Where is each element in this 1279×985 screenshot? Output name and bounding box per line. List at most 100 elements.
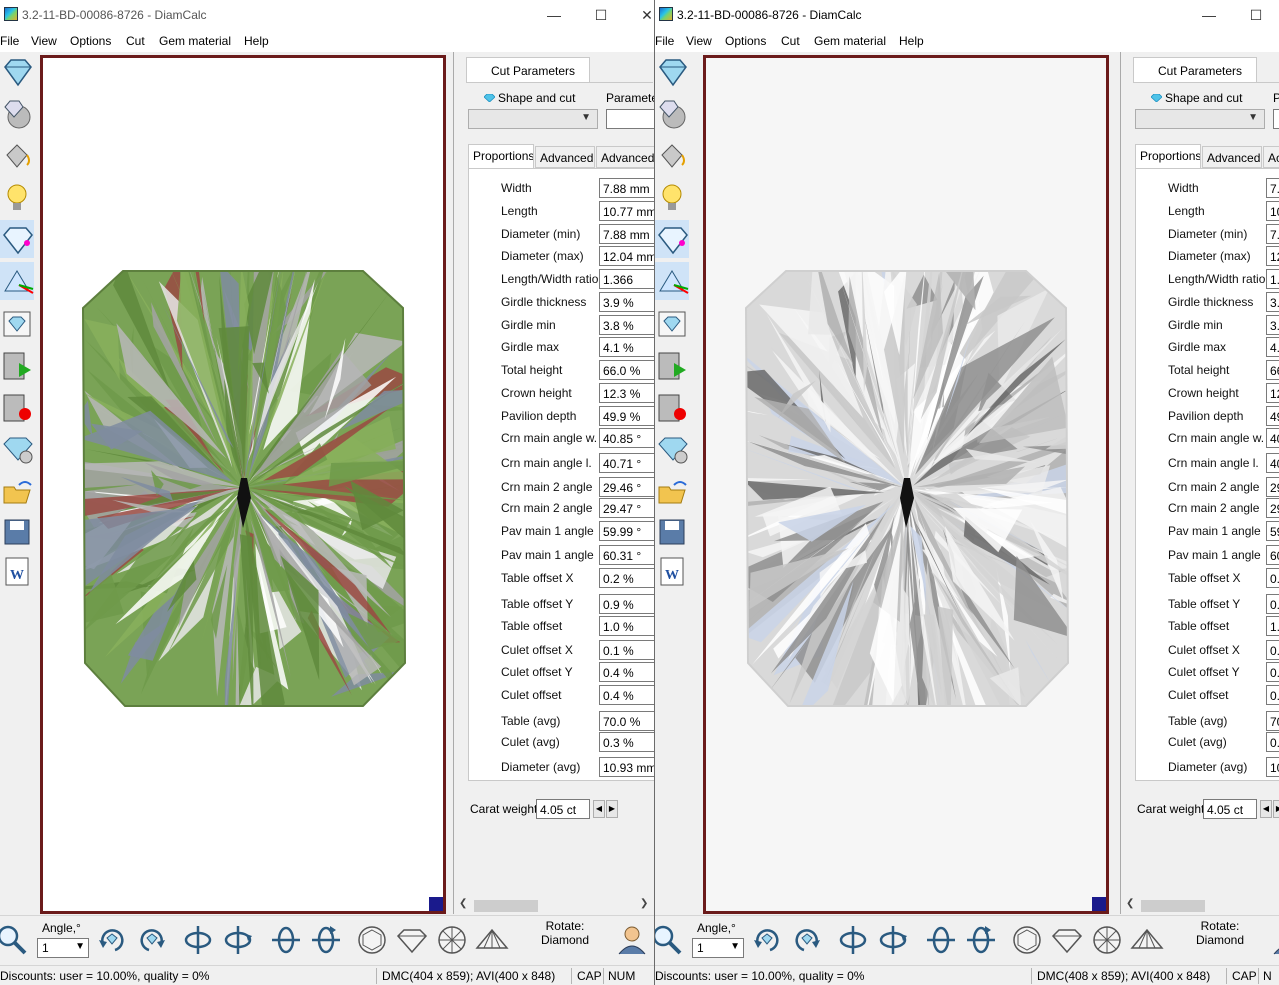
diamond-sparkle-tool-button[interactable] [655,220,689,258]
lightbulb-tool-button[interactable] [0,178,34,216]
panel-horizontal-scrollbar[interactable]: ❮ ❯ [454,897,653,914]
tab-advanced[interactable]: Advanced [1202,146,1262,168]
property-value-field[interactable]: 10 [1266,201,1279,221]
tab-advanced[interactable]: Advanced [535,146,595,168]
title-bar[interactable]: 3.2-11-BD-00086-8726 - DiamCalc — ☐ ✕ [0,0,654,30]
property-value-field[interactable]: 0.1 [1266,640,1279,660]
tab-cut-parameters[interactable]: Cut Parameters [1133,57,1257,83]
flip-vertical-2-button[interactable] [875,922,911,958]
pavilion-view-button[interactable] [1129,922,1165,958]
menu-cut[interactable]: Cut [781,34,800,48]
property-value-field[interactable]: 3.8 [1266,315,1279,335]
property-value-field[interactable]: 40.85 ° [599,428,654,448]
property-value-field[interactable]: 0.2 [1266,568,1279,588]
property-value-field[interactable]: 60 [1266,545,1279,565]
video-record-tool-button[interactable] [655,388,689,426]
property-value-field[interactable]: 1.366 [599,269,654,289]
video-play-tool-button[interactable] [655,346,689,384]
zoom-button[interactable] [0,922,30,958]
menu-file[interactable]: File [0,34,19,48]
carat-decrease-button[interactable]: ◀ [593,800,605,818]
gem-sphere-tool-button[interactable] [0,94,34,132]
scroll-right-icon[interactable]: ❯ [640,898,648,909]
property-value-field[interactable]: 60.31 ° [599,545,654,565]
shape-and-cut-select[interactable]: ▼ [468,109,598,129]
parameters-input[interactable] [606,109,654,129]
property-value-field[interactable]: 3.9 % [599,292,654,312]
menu-file[interactable]: File [655,34,674,48]
diamond-settings-tool-button[interactable] [0,430,34,468]
diamond-picture-tool-button[interactable] [0,304,34,342]
flip-vertical-button[interactable] [180,922,216,958]
property-value-field[interactable]: 59 [1266,521,1279,541]
property-value-field[interactable]: 29.46 ° [599,477,654,497]
property-value-field[interactable]: 66 [1266,360,1279,380]
video-play-tool-button[interactable] [0,346,34,384]
flip-horizontal-2-button[interactable] [308,922,344,958]
bottom-view-button[interactable] [434,922,470,958]
rotate-cw-button[interactable] [749,922,785,958]
open-folder-tool-button[interactable] [655,472,689,510]
diamond-viewport[interactable] [40,55,446,914]
carat-increase-button[interactable]: ▶ [606,800,618,818]
property-value-field[interactable]: 12 [1266,246,1279,266]
diamond-view-tool-button[interactable] [0,52,34,90]
property-value-field[interactable]: 12.04 mm [599,246,654,266]
property-value-field[interactable]: 1.0 % [599,616,654,636]
save-disk-tool-button[interactable] [655,512,689,550]
property-value-field[interactable]: 4.1 % [599,337,654,357]
property-value-field[interactable]: 0.4 % [599,685,654,705]
property-value-field[interactable]: 3.9 [1266,292,1279,312]
property-value-field[interactable]: 0.9 [1266,594,1279,614]
scrollbar-thumb[interactable] [474,900,538,912]
zoom-button[interactable] [655,922,685,958]
menu-options[interactable]: Options [725,34,766,48]
paint-bucket-tool-button[interactable] [655,136,689,174]
property-value-field[interactable]: 0.4 % [599,662,654,682]
carat-weight-field[interactable]: 4.05 ct [1203,799,1257,819]
menu-cut[interactable]: Cut [126,34,145,48]
word-report-tool-button[interactable]: W [0,552,34,590]
property-value-field[interactable]: 40 [1266,428,1279,448]
property-value-field[interactable]: 7.8 [1266,224,1279,244]
menu-view[interactable]: View [31,34,57,48]
menu-view[interactable]: View [686,34,712,48]
property-value-field[interactable]: 10.93 mm [599,757,654,777]
menu-help[interactable]: Help [244,34,269,48]
shape-and-cut-select[interactable]: ▼ [1135,109,1265,129]
carat-decrease-button[interactable]: ◀ [1260,800,1272,818]
menu-help[interactable]: Help [899,34,924,48]
close-button[interactable]: ✕ [636,4,654,26]
carat-weight-field[interactable]: 4.05 ct [536,799,590,819]
property-value-field[interactable]: 4.1 [1266,337,1279,357]
scroll-left-icon[interactable]: ❮ [1126,898,1134,909]
top-view-button[interactable] [1009,922,1045,958]
property-value-field[interactable]: 59.99 ° [599,521,654,541]
property-value-field[interactable]: 40.71 ° [599,453,654,473]
menu-options[interactable]: Options [70,34,111,48]
diamond-view-tool-button[interactable] [655,52,689,90]
save-disk-tool-button[interactable] [0,512,34,550]
property-value-field[interactable]: 1.3 [1266,269,1279,289]
property-value-field[interactable]: 0.3 % [599,732,654,752]
maximize-button[interactable]: ☐ [1245,4,1267,26]
tab-cut-parameters[interactable]: Cut Parameters [466,57,590,83]
property-value-field[interactable]: 7.88 mm [599,178,654,198]
property-value-field[interactable]: 0.1 % [599,640,654,660]
flip-horizontal-2-button[interactable] [963,922,999,958]
open-folder-tool-button[interactable] [0,472,34,510]
property-value-field[interactable]: 70 [1266,711,1279,731]
top-view-button[interactable] [354,922,390,958]
property-value-field[interactable]: 40 [1266,453,1279,473]
property-value-field[interactable]: 1.0 [1266,616,1279,636]
flip-horizontal-button[interactable] [923,922,959,958]
rotate-ccw-button[interactable] [134,922,170,958]
property-value-field[interactable]: 12.3 % [599,383,654,403]
minimize-button[interactable]: — [543,4,565,26]
rotate-mode[interactable]: Rotate: Diamond [515,919,615,961]
property-value-field[interactable]: 70.0 % [599,711,654,731]
rotate-mode[interactable]: Rotate: Diamond [1170,919,1270,961]
property-value-field[interactable]: 0.3 [1266,732,1279,752]
rotate-ccw-button[interactable] [789,922,825,958]
parameters-input[interactable] [1273,109,1279,129]
